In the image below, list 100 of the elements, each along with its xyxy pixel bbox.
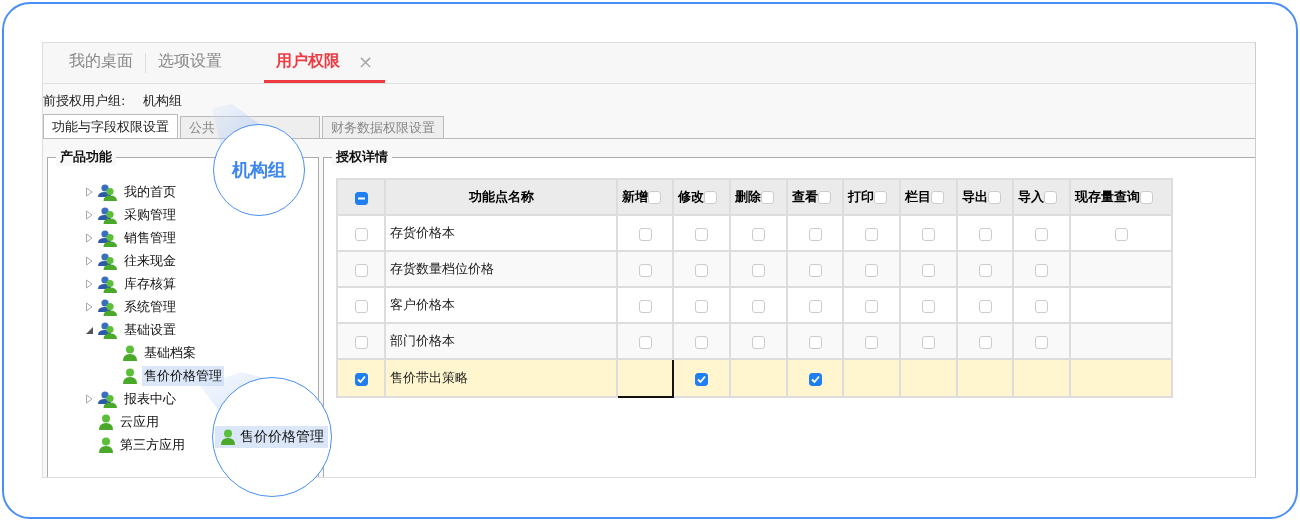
tree-item[interactable]: 报表中心	[122, 388, 178, 409]
expand-triangle-icon[interactable]	[84, 186, 94, 197]
checkbox[interactable]	[1035, 227, 1048, 241]
tree-item[interactable]: 我的首页	[122, 181, 178, 202]
checkbox[interactable]	[922, 299, 935, 313]
column-header: 修改	[678, 189, 704, 204]
column-header: 导入	[1018, 189, 1044, 204]
tree-item[interactable]: 基础设置	[122, 319, 178, 340]
users-icon	[97, 205, 119, 224]
checkbox[interactable]	[818, 191, 831, 204]
table-row[interactable]: 存货数量档位价格	[337, 251, 1172, 287]
checkbox[interactable]	[704, 191, 717, 204]
checkbox[interactable]	[752, 263, 765, 277]
column-header: 功能点名称	[468, 189, 534, 204]
checkbox[interactable]	[978, 299, 992, 313]
column-header: 导出	[962, 189, 988, 204]
panel-title: 产品功能	[56, 148, 116, 166]
checkbox[interactable]	[752, 335, 765, 349]
callout-text: 机构组	[232, 158, 286, 182]
checkbox[interactable]	[808, 335, 822, 349]
checkbox[interactable]	[354, 372, 368, 386]
user-icon	[219, 428, 237, 446]
expand-triangle-icon[interactable]	[84, 393, 94, 404]
checkbox[interactable]	[922, 263, 935, 277]
user-icon	[121, 366, 139, 385]
checkbox[interactable]	[1035, 263, 1048, 277]
checkbox[interactable]	[1044, 191, 1057, 204]
checkbox[interactable]	[865, 227, 878, 241]
table-row[interactable]: 存货价格本	[337, 215, 1172, 251]
checkbox[interactable]	[695, 335, 708, 349]
checkbox[interactable]	[1140, 191, 1153, 204]
checkbox[interactable]	[922, 227, 935, 241]
checkbox[interactable]	[922, 335, 935, 349]
checkbox[interactable]	[638, 227, 652, 241]
checkbox[interactable]	[978, 263, 992, 277]
checkbox[interactable]	[808, 227, 822, 241]
column-header: 打印	[848, 189, 874, 204]
expand-triangle-icon[interactable]	[84, 209, 94, 220]
tree-item[interactable]: 第三方应用	[118, 434, 187, 455]
checkbox[interactable]	[988, 191, 1001, 204]
tree-item[interactable]: 云应用	[118, 411, 161, 432]
checkbox[interactable]	[648, 191, 661, 204]
table-row[interactable]: 部门价格本	[337, 323, 1172, 359]
users-icon	[97, 182, 119, 201]
checkbox[interactable]	[354, 263, 368, 277]
checkbox[interactable]	[638, 263, 652, 277]
user-icon	[97, 435, 115, 454]
users-icon	[97, 228, 119, 247]
checkbox[interactable]	[1035, 299, 1048, 313]
checkbox[interactable]	[865, 263, 878, 277]
checkbox[interactable]	[808, 372, 822, 386]
checkbox[interactable]	[865, 335, 878, 349]
table-row[interactable]: 客户价格本	[337, 287, 1172, 323]
checkbox[interactable]	[638, 335, 652, 349]
checkbox[interactable]	[695, 263, 708, 277]
checkbox[interactable]	[695, 227, 708, 241]
tree-item[interactable]: 库存核算	[122, 273, 178, 294]
tree-item[interactable]: 系统管理	[122, 296, 178, 317]
sub-tab[interactable]: 功能与字段权限设置	[43, 114, 178, 138]
checkbox[interactable]	[354, 227, 368, 241]
users-icon	[97, 297, 119, 316]
expand-triangle-icon[interactable]	[84, 278, 94, 289]
checkbox[interactable]	[761, 191, 774, 204]
users-icon	[97, 389, 119, 408]
checkbox[interactable]	[354, 299, 368, 313]
checkbox[interactable]	[808, 263, 822, 277]
users-icon	[97, 274, 119, 293]
column-header: 栏目	[905, 189, 931, 204]
checkbox[interactable]	[695, 372, 708, 386]
checkbox[interactable]	[354, 335, 368, 349]
checkbox[interactable]	[1035, 335, 1048, 349]
expand-triangle-icon[interactable]	[84, 232, 94, 243]
column-header: 查看	[792, 189, 818, 204]
expand-triangle-icon[interactable]	[84, 301, 94, 312]
focused-cell[interactable]	[617, 359, 673, 397]
checkbox[interactable]	[978, 335, 992, 349]
checkbox[interactable]	[874, 191, 887, 204]
checkbox[interactable]	[1114, 227, 1128, 241]
checkbox[interactable]	[638, 299, 652, 313]
user-icon	[121, 343, 139, 362]
tree-item[interactable]: 基础档案	[142, 342, 198, 363]
tree-item[interactable]: 销售管理	[122, 227, 178, 248]
column-header: 删除	[735, 189, 761, 204]
table-row[interactable]: 售价带出策略	[337, 359, 1172, 397]
tree-item[interactable]: 售价价格管理	[142, 365, 224, 386]
checkbox[interactable]	[752, 227, 765, 241]
checkbox[interactable]	[808, 299, 822, 313]
checkbox[interactable]	[752, 299, 765, 313]
users-icon	[97, 251, 119, 270]
checkbox[interactable]	[865, 299, 878, 313]
checkbox[interactable]	[978, 227, 992, 241]
tree-item[interactable]: 采购管理	[122, 204, 178, 225]
checkbox[interactable]	[354, 191, 368, 205]
column-header: 现存量查询	[1075, 189, 1140, 204]
expand-triangle-icon[interactable]	[84, 255, 94, 266]
checkbox[interactable]	[695, 299, 708, 313]
checkbox[interactable]	[931, 191, 944, 204]
callout-tree-item: 售价价格管理	[240, 428, 324, 446]
tree-item[interactable]: 往来现金	[122, 250, 178, 271]
tab[interactable]: 用户权限 ×	[264, 43, 386, 83]
